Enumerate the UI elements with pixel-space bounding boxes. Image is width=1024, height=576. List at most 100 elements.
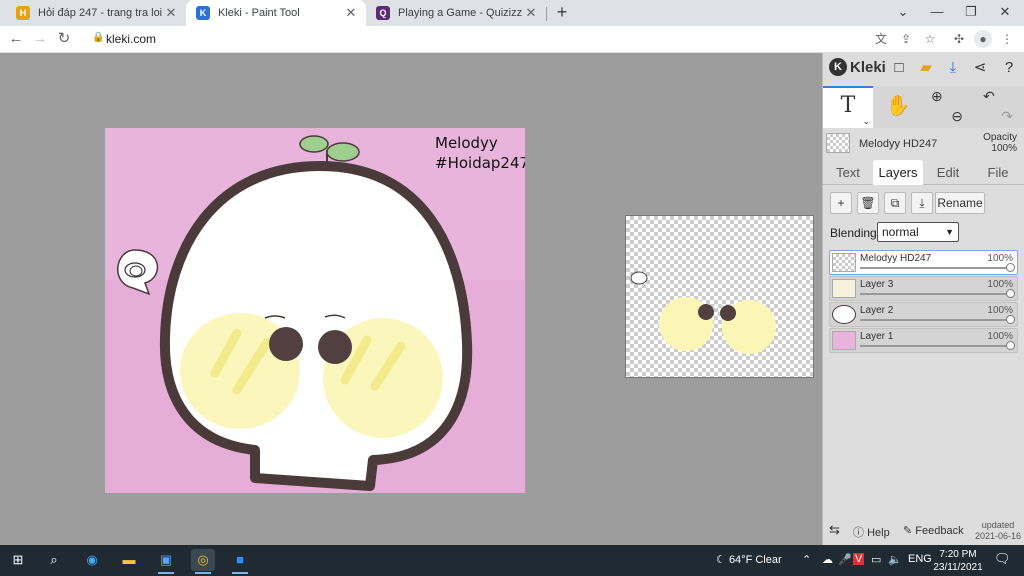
slider-knob[interactable] [1006, 341, 1015, 350]
share-icon[interactable]: ⇪ [897, 30, 915, 48]
language-indicator[interactable]: ENG [908, 553, 932, 565]
close-icon[interactable]: ✕ [164, 5, 178, 21]
microphone-icon[interactable]: 🎤 [838, 553, 852, 566]
menu-kebab-icon[interactable]: ⋮ [998, 30, 1016, 48]
reload-icon[interactable]: ↻ [54, 29, 74, 49]
current-layer-name: Melodyy HD247 [859, 138, 938, 150]
tab-title: Kleki - Paint Tool [218, 7, 300, 19]
zoom-app-icon[interactable]: ■ [228, 549, 252, 574]
notifications-icon[interactable]: 🗨 [994, 551, 1011, 567]
tab-hoidap[interactable]: H Hỏi đáp 247 - trang tra loi ✕ [6, 0, 186, 26]
app-icon[interactable]: ▣ [154, 549, 178, 574]
layer-row[interactable]: Melodyy HD247 100% [829, 250, 1018, 275]
windows-start-icon[interactable]: ⊞ [6, 549, 30, 571]
help-link[interactable]: ⓘ Help [853, 524, 890, 540]
layer-opacity-slider[interactable] [860, 263, 1015, 272]
preview-eye-right [720, 305, 736, 321]
opacity-readout: Opacity 100% [983, 132, 1017, 154]
add-layer-button[interactable]: + [830, 192, 852, 214]
tray-chevron-icon[interactable]: ⌃ [802, 553, 811, 566]
blending-value: normal [882, 225, 919, 239]
kleki-logo-icon: K [829, 58, 847, 76]
chevron-down-icon[interactable]: ⌄ [862, 116, 870, 127]
feedback-link[interactable]: ✎ Feedback [903, 524, 964, 537]
layer-opacity-slider[interactable] [860, 315, 1015, 324]
swap-side-icon[interactable]: ⇆ [829, 522, 840, 538]
text-tool[interactable]: T ⌄ [823, 86, 873, 128]
edge-icon[interactable]: ◉ [80, 549, 104, 571]
merge-down-button[interactable]: ⤓ [911, 192, 933, 214]
address-bar[interactable]: 🔒 kleki.com [84, 29, 864, 50]
canvas-workspace[interactable]: Melodyy #Hoidap247 [0, 53, 822, 545]
bookmark-star-icon[interactable]: ☆ [921, 30, 939, 48]
tab-kleki[interactable]: K Kleki - Paint Tool ✕ [186, 0, 366, 26]
lock-icon: 🔒 [92, 32, 105, 43]
zoom-in-icon[interactable]: ⊕ [927, 86, 967, 106]
layer-opacity-slider[interactable] [860, 341, 1015, 350]
tab-title: Playing a Game - Quizizz [398, 7, 523, 19]
drawing-canvas[interactable]: Melodyy #Hoidap247 [105, 128, 525, 493]
url-text[interactable]: kleki.com [106, 32, 156, 46]
slider-knob[interactable] [1006, 263, 1015, 272]
close-icon[interactable]: ✕ [524, 5, 538, 21]
chrome-icon[interactable]: ◎ [191, 549, 215, 574]
redo-icon[interactable]: ↷ [977, 106, 1017, 126]
tab-search-icon[interactable]: ⌄ [886, 0, 920, 26]
layer-row[interactable]: Layer 1 100% [829, 328, 1018, 353]
share-icon[interactable]: ⋖ [970, 58, 990, 78]
download-icon[interactable]: ⤓ [943, 58, 963, 78]
back-icon[interactable]: ← [6, 29, 26, 49]
help-icon[interactable]: ? [999, 58, 1019, 78]
translate-icon[interactable]: 文 [872, 30, 890, 48]
feedback-label: Feedback [915, 525, 964, 537]
file-explorer-icon[interactable]: ▬ [117, 549, 141, 571]
hand-tool[interactable]: ✋ [878, 86, 918, 128]
network-icon[interactable]: ▭ [871, 553, 881, 566]
close-icon[interactable]: ✕ [344, 5, 358, 21]
duplicate-layer-button[interactable]: ⧉ [884, 192, 906, 214]
slider-knob[interactable] [1006, 315, 1015, 324]
forward-icon[interactable]: → [30, 29, 50, 49]
layer-thumbnail [832, 279, 856, 298]
blending-select[interactable]: normal ▼ [877, 222, 959, 242]
weather-text: 64°F Clear [728, 554, 782, 566]
search-icon[interactable]: ⌕ [42, 549, 66, 571]
undo-icon[interactable]: ↶ [977, 86, 1017, 106]
onedrive-icon[interactable]: ☁ [822, 553, 833, 566]
zoom-out-icon[interactable]: ⊖ [927, 106, 967, 126]
weather-widget[interactable]: ☾ 64°F Clear [716, 553, 782, 566]
layer-thumbnail [832, 305, 856, 324]
minimize-button[interactable]: — [920, 0, 954, 26]
undo-redo-tool[interactable]: ↶ ↷ [977, 86, 1017, 128]
updated-label: updated [981, 520, 1015, 530]
tab-file[interactable]: File [973, 160, 1023, 185]
open-folder-icon[interactable]: ▰ [916, 58, 936, 78]
tab-quizizz[interactable]: Q Playing a Game - Quizizz ✕ [366, 0, 546, 26]
taskbar-clock[interactable]: 7:20 PM 23/11/2021 [932, 548, 984, 574]
vietkey-icon[interactable]: V [853, 553, 865, 565]
help-circle-icon: ⓘ [853, 527, 864, 539]
panel-footer: ⇆ ⓘ Help ✎ Feedback updated 2021-06-16 [823, 518, 1024, 545]
tab-text[interactable]: Text [823, 160, 873, 185]
updated-info[interactable]: updated 2021-06-16 [975, 520, 1021, 542]
tab-layers[interactable]: Layers [873, 160, 923, 185]
text-tool-icon: T [840, 93, 856, 118]
new-tab-button[interactable]: + [552, 2, 572, 24]
zoom-tool[interactable]: ⊕ ⊖ [927, 86, 967, 128]
extensions-icon[interactable]: ✣ [950, 30, 968, 48]
layer-row[interactable]: Layer 3 100% [829, 276, 1018, 301]
new-image-icon[interactable]: □ [889, 58, 909, 78]
delete-layer-button[interactable]: 🗑 [857, 192, 879, 214]
profile-avatar[interactable]: ● [974, 30, 992, 48]
layer-opacity-slider[interactable] [860, 289, 1015, 298]
slider-knob[interactable] [1006, 289, 1015, 298]
rename-button[interactable]: Rename [935, 192, 985, 214]
tab-edit[interactable]: Edit [923, 160, 973, 185]
drawing-artwork [105, 128, 525, 493]
restore-button[interactable]: ❐ [954, 0, 988, 26]
close-window-button[interactable]: ✕ [988, 0, 1022, 26]
volume-icon[interactable]: 🔈 [888, 553, 902, 566]
layer-row[interactable]: Layer 2 100% [829, 302, 1018, 327]
layer-name: Layer 2 [860, 305, 894, 316]
kleki-panel: K Kleki □ ▰ ⤓ ⋖ ? T ⌄ ✋ ⊕ ⊖ ↶ ↷ Melodyy … [822, 53, 1024, 545]
